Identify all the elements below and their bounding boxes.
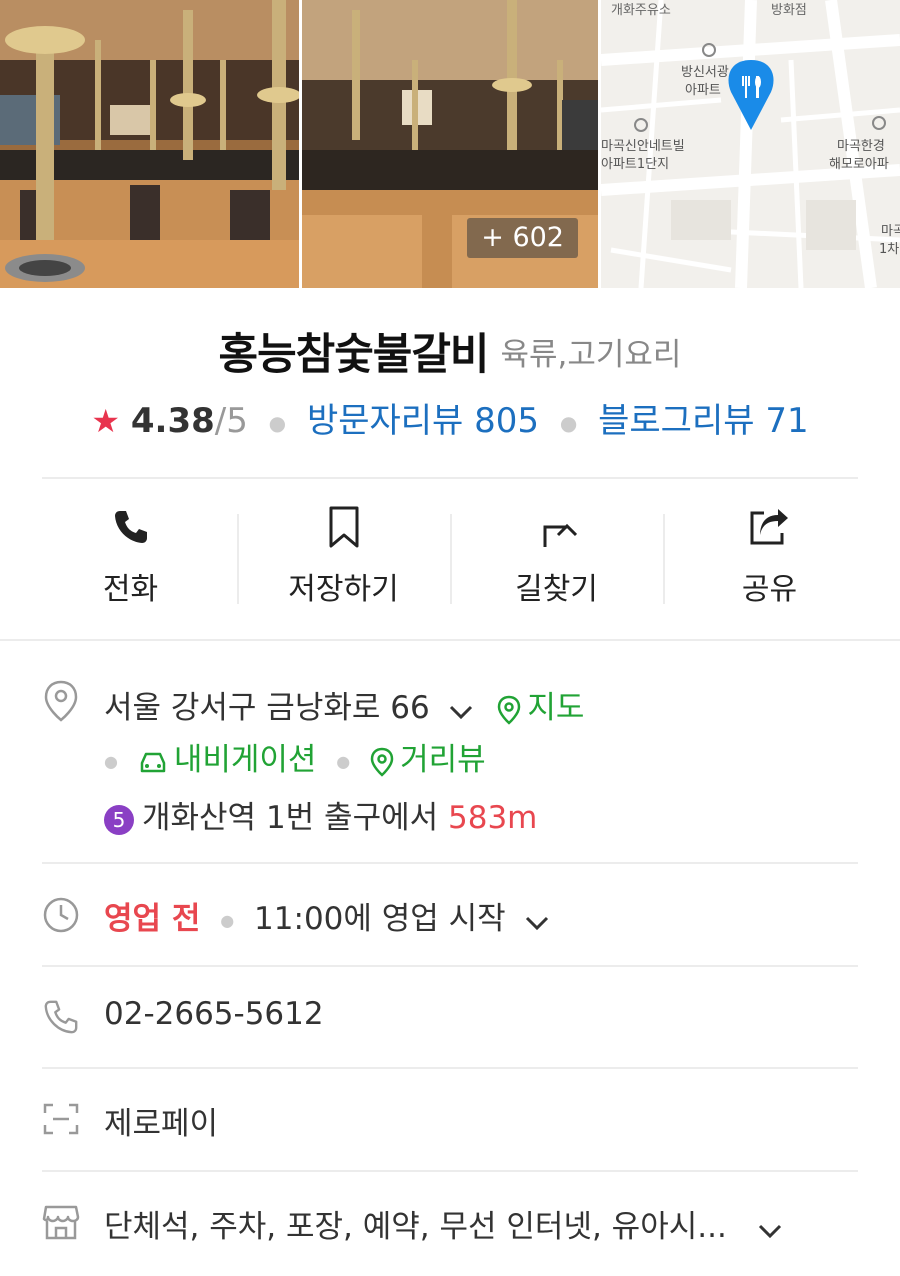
- divider: [42, 477, 858, 479]
- rating-summary: ★ 4.38/5 ● 방문자리뷰 805 ● 블로그리뷰 71: [0, 393, 900, 442]
- divider: [42, 1170, 858, 1172]
- map-label-banghwa: 방화점: [771, 3, 807, 18]
- address-row: 서울 강서구 금낭화로 66 지도: [104, 682, 584, 728]
- map-label-edge-line2: 1차: [879, 242, 899, 257]
- subway-row: 5 개화산역 1번 출구에서 583m: [104, 792, 537, 837]
- map-label-apt-magok-line2: 아파트1단지: [601, 157, 669, 172]
- share-label: 공유: [741, 572, 798, 607]
- subway-line-badge: 5: [104, 804, 134, 835]
- map-label-apt-right-line2: 해모로아파: [829, 157, 889, 172]
- address-text[interactable]: 서울 강서구 금낭화로 66: [104, 690, 430, 726]
- chevron-down-icon[interactable]: [757, 1211, 783, 1247]
- zeropay-label: 제로페이: [104, 1106, 219, 1142]
- turn-arrow-icon: [543, 523, 577, 547]
- separator-dot: ●: [336, 752, 351, 771]
- directions-label: 길찾기: [515, 572, 598, 607]
- divider: [42, 1067, 858, 1069]
- map-link-label: 지도: [527, 690, 585, 726]
- bookmark-icon: [329, 506, 358, 548]
- car-icon: [140, 752, 166, 772]
- divider: [0, 639, 900, 641]
- place-category: 육류,고기요리: [500, 336, 682, 373]
- save-label: 저장하기: [288, 572, 399, 607]
- call-label: 전화: [102, 572, 159, 607]
- divider: [42, 862, 858, 864]
- map-label-apt-magok-line1: 마곡신안네트빌: [601, 139, 685, 154]
- restaurant-interior-image: [0, 0, 299, 288]
- business-hours-detail: 11:00에 영업 시작: [254, 901, 506, 937]
- amenities-row[interactable]: 단체석, 주차, 포장, 예약, 무선 인터넷, 유아시...: [104, 1201, 783, 1247]
- directions-button[interactable]: 길찾기: [450, 500, 663, 610]
- separator-dot: ●: [559, 410, 578, 435]
- street-view-link[interactable]: 거리뷰: [370, 742, 486, 778]
- photo-strip: + 602 개화주유소 방화점 방신서광 아파트 마곡신안네트빌 아파트1단지 …: [0, 0, 900, 288]
- separator-dot: ●: [220, 911, 235, 930]
- street-view-link-label: 거리뷰: [400, 742, 486, 778]
- map-link[interactable]: 지도: [497, 690, 584, 726]
- restaurant-photo-1[interactable]: [0, 0, 299, 288]
- map-label-apt-banghwa-line1: 방신서광: [681, 65, 729, 80]
- place-header: 홍능참숯불갈비 육류,고기요리: [0, 320, 900, 382]
- street-view-pin-icon: [370, 747, 394, 777]
- station-name: 개화산역: [142, 800, 257, 836]
- map-label-edge-line1: 마곡: [881, 224, 900, 239]
- share-button[interactable]: 공유: [663, 500, 876, 610]
- location-map-thumbnail[interactable]: 개화주유소 방화점 방신서광 아파트 마곡신안네트빌 아파트1단지 마곡한경 해…: [601, 0, 900, 288]
- blog-reviews-link[interactable]: 블로그리뷰 71: [598, 401, 808, 441]
- amenities-list: 단체석, 주차, 포장, 예약, 무선 인터넷, 유아시...: [104, 1209, 727, 1245]
- navigation-link-label: 내비게이션: [173, 742, 317, 778]
- place-name: 홍능참숯불갈비: [218, 330, 490, 380]
- chevron-down-icon[interactable]: [524, 903, 550, 939]
- more-photos-count[interactable]: + 602: [467, 218, 578, 258]
- station-distance: 583m: [448, 800, 538, 836]
- visitor-reviews-link[interactable]: 방문자리뷰 805: [307, 401, 539, 441]
- phone-icon: [114, 511, 147, 543]
- separator-dot: ●: [104, 752, 118, 771]
- hours-row[interactable]: 영업 전 ● 11:00에 영업 시작: [104, 893, 550, 939]
- divider: [42, 965, 858, 967]
- rating-star-icon: ★: [91, 402, 121, 440]
- map-label-apt-banghwa-line2: 아파트: [685, 83, 721, 98]
- map-image: 개화주유소 방화점 방신서광 아파트 마곡신안네트빌 아파트1단지 마곡한경 해…: [601, 0, 900, 288]
- call-button[interactable]: 전화: [24, 500, 237, 610]
- phone-outline-icon: [40, 996, 82, 1038]
- rating-score: 4.38: [130, 401, 215, 441]
- separator-dot: ●: [268, 410, 287, 435]
- navigation-link[interactable]: 내비게이션: [138, 742, 326, 778]
- location-pin-icon: [40, 680, 82, 722]
- scan-icon: [40, 1098, 82, 1140]
- station-exit: 1번 출구에서: [265, 800, 439, 836]
- map-label-apt-right-line1: 마곡한경: [837, 139, 885, 154]
- restaurant-photo-2[interactable]: + 602: [302, 0, 598, 288]
- map-label-gas-station: 개화주유소: [611, 3, 671, 18]
- save-button[interactable]: 저장하기: [237, 500, 450, 610]
- rating-max: /5: [214, 401, 248, 441]
- store-icon: [40, 1201, 82, 1243]
- share-icon: [750, 509, 788, 545]
- action-bar: 전화 저장하기 길찾기 공유: [24, 500, 876, 610]
- chevron-down-icon[interactable]: [448, 692, 474, 728]
- phone-number[interactable]: 02-2665-5612: [104, 996, 324, 1032]
- clock-icon: [40, 894, 82, 936]
- business-status: 영업 전: [104, 901, 201, 937]
- address-links-row: ● 내비게이션 ● 거리뷰: [104, 734, 486, 779]
- map-pin-icon: [498, 695, 521, 725]
